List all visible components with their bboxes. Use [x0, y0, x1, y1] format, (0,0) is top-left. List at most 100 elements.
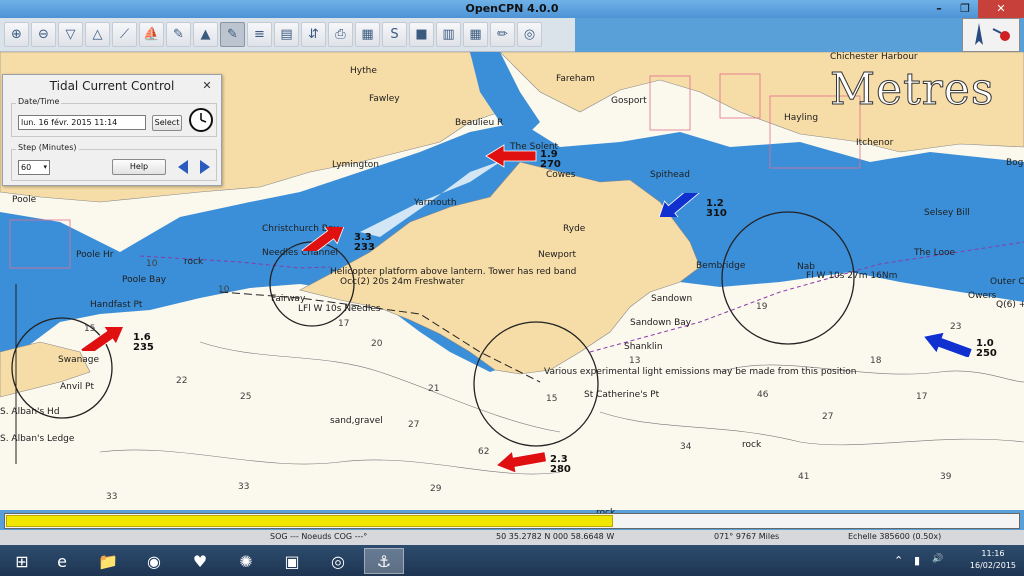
place-label: Hayling [784, 113, 819, 123]
system-tray: ⌃ ▮ 🔊 11:16 16/02/2015 [884, 545, 1024, 576]
clock-time: 11:16 [981, 549, 1005, 558]
depth-sounding: 27 [822, 412, 834, 422]
network-app-icon[interactable]: ▣ [272, 548, 312, 574]
pencil-icon[interactable]: ✏ [490, 22, 515, 47]
datetime-group: Date/Time lun. 16 févr. 2015 11:14 Selec… [11, 97, 217, 137]
current-arrow-icon [80, 324, 126, 358]
status-bar: SOG --- Noeuds COG ---° 50 35.2782 N 000… [0, 530, 1024, 545]
step-forward-icon[interactable] [198, 159, 212, 175]
system-clock[interactable]: 11:16 16/02/2015 [970, 548, 1016, 572]
place-label: Bembridge [696, 261, 746, 271]
media-icon[interactable]: ◉ [134, 548, 174, 574]
depth-sounding: 33 [238, 482, 250, 492]
track-icon[interactable]: ✎ [220, 22, 245, 47]
network-icon[interactable]: ▮ [914, 554, 920, 567]
tidal-current-marker[interactable] [484, 144, 538, 168]
opencpn-window: Metres Hythe Fareham Chichester Harbour Gos… [0, 0, 1024, 576]
tidal-current-marker[interactable] [650, 184, 704, 222]
list-icon[interactable]: ≡ [247, 22, 272, 47]
compass-widget[interactable] [962, 18, 1020, 52]
step-back-icon[interactable] [176, 159, 190, 175]
print-icon[interactable]: ⎙ [328, 22, 353, 47]
place-label: Occ(2) 20s 24m Freshwater [340, 277, 465, 287]
tidal-current-marker[interactable] [920, 331, 974, 359]
current-arrow-icon [922, 331, 973, 359]
progress-fill [6, 515, 614, 527]
place-label: S. Alban's Ledge [0, 434, 75, 444]
depth-sounding: 19 [756, 302, 768, 312]
minimize-button[interactable]: – [926, 0, 952, 18]
settings-icon[interactable]: ▤ [274, 22, 299, 47]
metres-banner: Metres [829, 64, 995, 116]
file-explorer-icon[interactable]: 📁 [88, 548, 128, 574]
place-label: Outer C [990, 277, 1024, 287]
place-label: LFl W 10s Needles [298, 304, 381, 314]
text-icon[interactable]: ▦ [463, 22, 488, 47]
status-bearing: 071° 9767 Miles [714, 532, 780, 541]
tide-icon[interactable]: △ [85, 22, 110, 47]
measure-icon[interactable]: ✎ [166, 22, 191, 47]
depth-sounding: 15 [546, 394, 558, 404]
depth-sounding: 23 [950, 322, 962, 332]
window-controls: – ❐ ✕ [926, 0, 1024, 18]
depth-sounding: 62 [478, 447, 490, 457]
step-value: 60 [21, 163, 32, 172]
place-label: rock [742, 440, 762, 450]
current-speed-direction: 2.3 280 [550, 455, 571, 475]
depth-sounding: 18 [870, 356, 882, 366]
color-icon[interactable]: ■ [409, 22, 434, 47]
tray-arrow-icon[interactable]: ⌃ [894, 554, 903, 567]
route-icon[interactable]: ⟋ [112, 22, 137, 47]
grid-icon[interactable]: ▥ [436, 22, 461, 47]
zoom-out-icon[interactable]: ⊖ [31, 22, 56, 47]
tidal-current-marker[interactable] [298, 223, 352, 259]
internet-explorer-icon[interactable]: e [42, 548, 82, 574]
step-group-label: Step (Minutes) [16, 143, 79, 152]
globe-app-icon[interactable]: ✺ [226, 548, 266, 574]
tidal-current-marker[interactable] [494, 449, 548, 474]
maximize-button[interactable]: ❐ [952, 0, 978, 18]
help-button[interactable]: Help [112, 159, 166, 175]
depth-sounding: 20 [371, 339, 383, 349]
place-label: Poole Hr [76, 250, 114, 260]
curve-icon[interactable]: S [382, 22, 407, 47]
lifebuoy-icon[interactable]: ◎ [517, 22, 542, 47]
place-label: Chichester Harbour [830, 52, 918, 62]
volume-icon[interactable]: 🔊 [932, 554, 943, 564]
current-direction: 270 [540, 159, 561, 170]
ais-icon[interactable]: ▲ [193, 22, 218, 47]
place-label: Fl W 10s 27m 16Nm [806, 271, 898, 281]
layers-icon[interactable]: ⇵ [301, 22, 326, 47]
step-select[interactable]: 60 ▾ [18, 160, 50, 175]
zoom-in-icon[interactable]: ⊕ [4, 22, 29, 47]
depth-sounding: 34 [680, 442, 692, 452]
close-button[interactable]: ✕ [978, 0, 1024, 18]
select-button[interactable]: Select [152, 115, 182, 131]
depth-sounding: 17 [916, 392, 928, 402]
chart-icon[interactable]: ▦ [355, 22, 380, 47]
current-direction: 280 [550, 464, 571, 475]
ship-icon[interactable]: ⛵ [139, 22, 164, 47]
place-label: S. Alban's Hd [0, 407, 60, 417]
place-label: Newport [538, 250, 577, 260]
datetime-field[interactable]: lun. 16 févr. 2015 11:14 [18, 115, 146, 130]
depth-sounding: 46 [757, 390, 769, 400]
heart-app-icon[interactable]: ♥ [180, 548, 220, 574]
scale-icon[interactable]: ▽ [58, 22, 83, 47]
place-label: Fairway [271, 294, 306, 304]
depth-sounding: 41 [798, 472, 810, 482]
place-label: Ryde [563, 224, 586, 234]
clock-icon[interactable] [188, 106, 214, 134]
start-icon[interactable]: ⊞ [2, 548, 42, 574]
dialog-close-button[interactable]: ✕ [199, 78, 215, 93]
place-label: Owers [968, 291, 997, 301]
place-label: Helicopter platform above lantern. Tower… [330, 267, 577, 277]
depth-sounding: 39 [940, 472, 952, 482]
depth-sounding: 25 [240, 392, 252, 402]
tidal-current-marker[interactable] [77, 324, 131, 358]
chrome-icon[interactable]: ◎ [318, 548, 358, 574]
playback-progress-bar[interactable] [4, 513, 1020, 529]
opencpn-icon[interactable]: ⚓ [364, 548, 404, 574]
chevron-down-icon: ▾ [43, 163, 47, 171]
status-scale: Echelle 385600 (0.50x) [848, 532, 942, 541]
